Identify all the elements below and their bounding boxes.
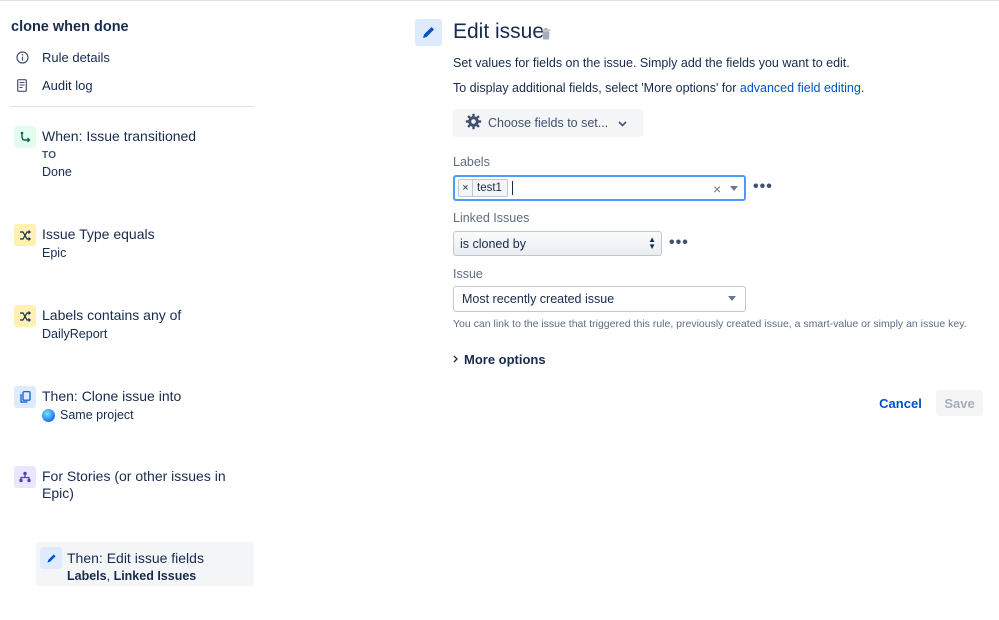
chevron-right-icon [453, 354, 458, 366]
linked-issues-value: is cloned by [460, 236, 527, 251]
save-button[interactable]: Save [936, 390, 983, 416]
clone-icon [14, 386, 36, 408]
step-condition-issue-type[interactable]: Issue Type equals Epic [14, 224, 254, 264]
select-arrows-icon: ▲ ▼ [648, 235, 656, 251]
issue-select[interactable]: Most recently created issue [453, 286, 746, 312]
step-subtitle: Labels, Linked Issues [67, 569, 196, 583]
step-branch[interactable]: For Stories (or other issues in Epic) [14, 466, 254, 506]
nav-audit-log[interactable]: Audit log [12, 74, 93, 96]
project-avatar-icon [42, 408, 55, 422]
advanced-description-suffix: . [860, 81, 865, 95]
cancel-button[interactable]: Cancel [876, 390, 925, 416]
dropdown-arrow-icon[interactable] [730, 186, 738, 191]
clear-icon[interactable]: × [713, 182, 721, 196]
step-title: Labels contains any of [42, 307, 182, 323]
labels-input[interactable]: × test1 × [453, 175, 746, 201]
step-condition-labels[interactable]: Labels contains any of DailyReport [14, 305, 254, 345]
remove-tag-icon[interactable]: × [459, 180, 473, 196]
pencil-icon [40, 547, 62, 569]
info-icon [12, 47, 32, 67]
more-options-label: More options [464, 352, 546, 367]
nav-rule-details[interactable]: Rule details [12, 46, 110, 68]
nav-rule-details-label: Rule details [42, 49, 110, 65]
step-title: When: Issue transitioned [42, 128, 197, 144]
linked-issues-more-icon[interactable]: ••• [669, 234, 689, 252]
document-icon [12, 75, 32, 95]
advanced-description: To display additional fields, select 'Mo… [453, 81, 864, 95]
transition-icon [14, 126, 36, 148]
text-caret [512, 181, 513, 195]
issue-select-value: Most recently created issue [462, 292, 615, 306]
choose-fields-label: Choose fields to set... [488, 116, 609, 130]
step-subtitle: Done [42, 165, 72, 179]
step-caption: TO [42, 150, 57, 161]
step-subtitle: DailyReport [42, 327, 108, 341]
advanced-description-prefix: To display additional fields, select 'Mo… [453, 81, 740, 95]
label-tag-text: test1 [477, 182, 502, 194]
project-name: Same project [60, 408, 134, 422]
issue-field-label: Issue [453, 267, 483, 281]
linked-issues-field-label: Linked Issues [453, 211, 530, 225]
sidebar-divider [10, 106, 254, 107]
label-tag: × test1 [458, 179, 508, 197]
labels-more-icon[interactable]: ••• [753, 178, 773, 196]
chevron-down-icon [618, 116, 627, 130]
gear-icon [465, 113, 482, 133]
step-action-edit-selected[interactable]: Then: Edit issue fields Labels, Linked I… [36, 542, 254, 586]
step-subtitle-separator: , [106, 569, 114, 583]
step-subtitle-field-2: Linked Issues [113, 569, 197, 583]
step-title: Issue Type equals [42, 226, 155, 242]
issue-help-text: You can link to the issue that triggered… [453, 318, 967, 330]
step-title: For Stories (or other issues in Epic) [42, 468, 226, 501]
condition-icon [14, 305, 36, 327]
linked-issues-select[interactable]: is cloned by ▲ ▼ [453, 231, 662, 256]
nav-audit-log-label: Audit log [42, 77, 93, 93]
advanced-field-editing-link[interactable]: advanced field editing [740, 81, 861, 95]
step-action-clone[interactable]: Then: Clone issue into Same project [14, 386, 254, 426]
rule-sidebar: clone when done Rule details Audit log W… [0, 0, 270, 620]
edit-issue-panel: Edit issue Set values for fields on the … [410, 0, 999, 620]
labels-field-label: Labels [453, 155, 490, 169]
step-subtitle-field-1: Labels [67, 569, 107, 583]
condition-icon [14, 224, 36, 246]
trash-icon[interactable] [541, 27, 553, 41]
more-options-toggle[interactable]: More options [453, 352, 546, 367]
step-trigger[interactable]: When: Issue transitioned TO Done [14, 126, 254, 182]
choose-fields-button[interactable]: Choose fields to set... [453, 109, 643, 137]
step-title: Then: Clone issue into [42, 388, 182, 404]
step-title: Then: Edit issue fields [67, 550, 204, 566]
rule-title: clone when done [11, 19, 129, 35]
step-subtitle: Same project [42, 408, 134, 422]
pencil-icon [415, 19, 442, 46]
description-text: Set values for fields on the issue. Simp… [453, 56, 850, 70]
branch-icon [14, 466, 36, 488]
dropdown-arrow-icon [728, 296, 736, 301]
step-subtitle: Epic [42, 246, 67, 260]
page-title: Edit issue [453, 20, 545, 43]
